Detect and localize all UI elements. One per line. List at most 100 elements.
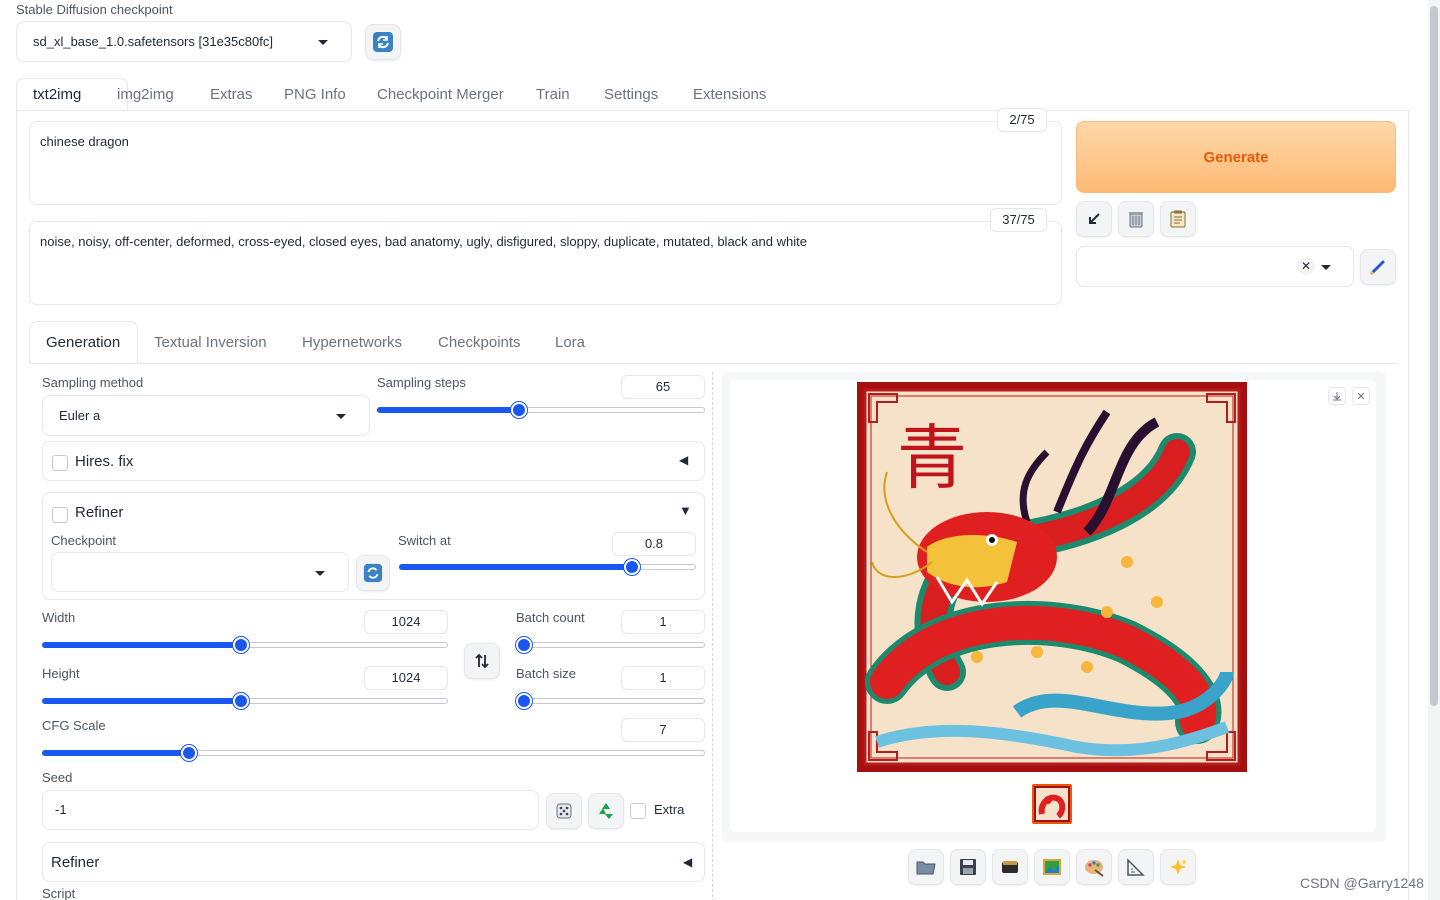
batch-size-slider[interactable] — [516, 693, 705, 709]
sampling-steps-slider[interactable] — [377, 402, 705, 418]
hires-fix-accordion[interactable]: Hires. fix ◀ — [42, 441, 705, 481]
switch-at-input[interactable]: 0.8 — [612, 532, 696, 556]
watermark-text: CSDN @Garry1248 — [1300, 875, 1424, 891]
slider-handle[interactable] — [233, 637, 249, 653]
save-button[interactable] — [950, 849, 986, 885]
width-input[interactable]: 1024 — [364, 610, 448, 634]
subtab-generation[interactable]: Generation — [46, 334, 120, 351]
sparkle-icon — [1170, 859, 1187, 875]
close-icon[interactable]: ✕ — [1352, 387, 1370, 405]
batch-size-input[interactable]: 1 — [621, 666, 705, 690]
subtab-checkpoints[interactable]: Checkpoints — [438, 334, 521, 351]
batch-count-input[interactable]: 1 — [621, 610, 705, 634]
slider-fill — [42, 750, 188, 756]
refresh-checkpoint-button[interactable] — [365, 24, 401, 60]
cfg-scale-input[interactable]: 7 — [621, 718, 705, 742]
apply-styles-button[interactable] — [1160, 201, 1196, 237]
download-icon — [1333, 392, 1341, 401]
batch-count-label: Batch count — [516, 610, 585, 625]
refiner-extension-accordion[interactable]: Refiner ◀ — [42, 842, 705, 882]
slider-handle[interactable] — [511, 402, 527, 418]
tab-train[interactable]: Train — [536, 86, 570, 103]
slider-handle[interactable] — [233, 693, 249, 709]
zip-button[interactable] — [992, 849, 1028, 885]
clear-x-icon[interactable]: ✕ — [1297, 257, 1315, 275]
send-to-extras-button[interactable] — [1118, 849, 1154, 885]
generate-button[interactable]: Generate — [1076, 121, 1396, 193]
height-input[interactable]: 1024 — [364, 666, 448, 690]
extras-sparkle-button[interactable] — [1160, 849, 1196, 885]
zip-icon — [1002, 861, 1018, 873]
download-button[interactable] — [1328, 387, 1346, 405]
hires-fix-checkbox[interactable] — [52, 455, 68, 471]
scrollbar-thumb[interactable] — [1430, 6, 1438, 706]
swap-icon — [475, 653, 489, 669]
subtab-divider — [29, 363, 1396, 364]
prompt-textarea[interactable]: chinese dragon — [29, 121, 1062, 205]
tab-settings[interactable]: Settings — [604, 86, 658, 103]
tab-checkpoint-merger[interactable]: Checkpoint Merger — [377, 86, 504, 103]
tab-img2img[interactable]: img2img — [117, 86, 174, 103]
generated-image[interactable]: 青 — [857, 382, 1247, 772]
slider-handle[interactable] — [516, 693, 532, 709]
send-to-img2img-button[interactable] — [1034, 849, 1070, 885]
refiner-checkpoint-dropdown[interactable] — [51, 552, 349, 592]
page-scrollbar[interactable] — [1428, 0, 1440, 900]
subtab-lora[interactable]: Lora — [555, 334, 585, 351]
extra-seed-label: Extra — [654, 802, 685, 817]
sampling-method-value: Euler a — [59, 408, 101, 423]
slider-handle[interactable] — [624, 559, 640, 575]
ruler-icon — [1127, 858, 1145, 876]
batch-size-label: Batch size — [516, 666, 576, 681]
sampling-steps-input[interactable]: 65 — [621, 375, 705, 399]
tab-extensions[interactable]: Extensions — [693, 86, 766, 103]
tab-png-info[interactable]: PNG Info — [284, 86, 346, 103]
collapse-arrow-icon: ◀ — [683, 855, 693, 869]
thumbnail-image — [1034, 786, 1070, 822]
refiner-checkbox[interactable] — [52, 507, 68, 523]
subtab-hypernetworks[interactable]: Hypernetworks — [302, 334, 402, 351]
open-folder-button[interactable] — [908, 849, 944, 885]
refiner-label: Refiner — [75, 504, 124, 521]
negative-prompt-textarea[interactable]: noise, noisy, off-center, deformed, cros… — [29, 221, 1062, 305]
edit-styles-button[interactable] — [1360, 249, 1396, 285]
switch-at-slider[interactable] — [399, 559, 696, 575]
prompt-text: chinese dragon — [40, 134, 129, 149]
sampling-method-label: Sampling method — [42, 375, 144, 390]
slider-handle[interactable] — [181, 745, 197, 761]
swap-dimensions-button[interactable] — [464, 643, 500, 679]
hires-fix-label: Hires. fix — [75, 453, 134, 470]
width-slider[interactable] — [42, 637, 448, 653]
seed-input[interactable]: -1 — [42, 790, 539, 830]
gallery-thumbnail[interactable] — [1032, 784, 1072, 824]
slider-handle[interactable] — [516, 637, 532, 653]
tab-extras[interactable]: Extras — [210, 86, 253, 103]
read-params-button[interactable] — [1076, 201, 1112, 237]
batch-count-slider[interactable] — [516, 637, 705, 653]
sampling-steps-label: Sampling steps — [377, 375, 466, 390]
clipboard-icon — [1170, 210, 1186, 228]
checkpoint-dropdown[interactable]: sd_xl_base_1.0.safetensors [31e35c80fc] — [16, 21, 352, 62]
negative-prompt-text: noise, noisy, off-center, deformed, cros… — [40, 234, 807, 249]
tab-txt2img[interactable]: txt2img — [33, 86, 81, 103]
send-to-inpaint-button[interactable] — [1076, 849, 1112, 885]
reuse-seed-button[interactable] — [588, 793, 624, 829]
seed-label: Seed — [42, 770, 73, 785]
expand-arrow-icon: ▼ — [679, 503, 692, 518]
refiner-accordion[interactable]: Refiner ▼ Checkpoint Switch at 0.8 — [42, 492, 705, 600]
refresh-refiner-button[interactable] — [356, 555, 390, 591]
image-icon — [1043, 859, 1061, 875]
styles-dropdown[interactable]: ✕ — [1076, 246, 1354, 287]
subtab-textual-inversion[interactable]: Textual Inversion — [154, 334, 267, 351]
clear-prompt-button[interactable] — [1118, 201, 1154, 237]
height-slider[interactable] — [42, 693, 448, 709]
svg-text:青: 青 — [897, 417, 967, 499]
random-seed-button[interactable] — [546, 793, 582, 829]
slider-fill — [399, 564, 631, 570]
cfg-scale-slider[interactable] — [42, 745, 705, 761]
chevron-down-icon — [315, 571, 325, 576]
extra-seed-checkbox[interactable] — [630, 803, 646, 819]
arrow-down-left-icon — [1089, 213, 1100, 224]
slider-fill — [42, 642, 240, 648]
sampling-method-dropdown[interactable]: Euler a — [42, 395, 370, 436]
